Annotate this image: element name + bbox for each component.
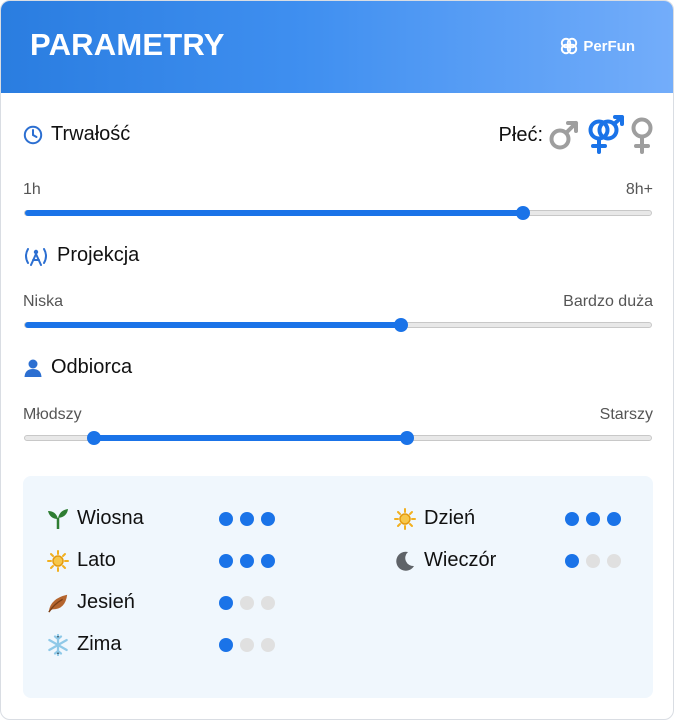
season-label: Lato [77, 549, 116, 571]
rating-dot-filled [586, 512, 600, 526]
rating-dot-filled [219, 554, 233, 568]
season-time-panel: Wiosna Lato Jesień Zima Dzień Wieczór [23, 476, 653, 698]
time-day: Dzień [394, 507, 475, 530]
leaf-icon [47, 592, 69, 614]
rating-dot-empty [240, 638, 254, 652]
rating-dot-filled [607, 512, 621, 526]
unisex-icon[interactable] [585, 115, 625, 155]
winter-rating [219, 638, 275, 652]
rating-dot-filled [261, 554, 275, 568]
snowflake-icon [47, 633, 69, 656]
season-autumn: Jesień [47, 591, 135, 614]
projection-heading: Projekcja [23, 244, 139, 267]
longevity-slider-thumb[interactable] [515, 206, 530, 220]
longevity-slider-fill [25, 210, 523, 216]
rating-dot-filled [261, 512, 275, 526]
rating-dot-filled [565, 554, 579, 568]
projection-title: Projekcja [57, 244, 140, 266]
longevity-heading: Trwałość [23, 123, 130, 146]
season-label: Jesień [77, 591, 135, 613]
longevity-min-label: 1h [23, 181, 41, 198]
brand-logo[interactable]: PerFun [559, 36, 635, 56]
rating-dot-filled [240, 512, 254, 526]
audience-slider-fill [93, 435, 408, 441]
projection-slider[interactable] [24, 318, 652, 332]
rating-dot-filled [219, 512, 233, 526]
audience-title: Odbiorca [51, 356, 133, 378]
audience-range-slider[interactable] [24, 431, 652, 445]
longevity-slider[interactable] [24, 206, 652, 220]
longevity-max-label: 8h+ [625, 181, 653, 198]
season-winter: Zima [47, 633, 121, 656]
day-rating [565, 512, 621, 526]
season-label: Zima [77, 633, 122, 655]
gender-label: Płeć: [498, 123, 543, 146]
rating-dot-empty [261, 596, 275, 610]
gender-selector: Płeć: [499, 115, 655, 155]
sun-icon [394, 507, 416, 530]
rating-dot-empty [261, 638, 275, 652]
sprout-icon [47, 508, 69, 530]
time-label: Dzień [424, 507, 476, 529]
summer-rating [219, 554, 275, 568]
projection-min-label: Niska [23, 293, 64, 310]
rating-dot-filled [240, 554, 254, 568]
evening-rating [565, 554, 621, 568]
broadcast-icon [23, 246, 49, 266]
brand-name: PerFun [583, 37, 635, 55]
season-label: Wiosna [77, 507, 144, 529]
spring-rating [219, 512, 275, 526]
rating-dot-filled [565, 512, 579, 526]
time-evening: Wieczór [394, 549, 496, 572]
clock-icon [23, 125, 43, 145]
rating-dot-empty [240, 596, 254, 610]
audience-slider-min-thumb[interactable] [86, 431, 101, 445]
autumn-rating [219, 596, 275, 610]
audience-slider-max-thumb[interactable] [400, 431, 415, 445]
person-icon [23, 358, 43, 378]
sun-icon [47, 549, 69, 572]
parameters-card: PARAMETRY PerFun Trwałość Płeć: 1h 8h+ P… [0, 0, 674, 720]
moon-icon [394, 550, 416, 572]
season-summer: Lato [47, 549, 116, 572]
time-label: Wieczór [424, 549, 497, 571]
longevity-title: Trwałość [51, 123, 131, 145]
audience-heading: Odbiorca [23, 356, 132, 379]
season-spring: Wiosna [47, 507, 144, 530]
female-icon[interactable] [629, 115, 655, 155]
projection-max-label: Bardzo duża [563, 293, 653, 310]
rating-dot-empty [586, 554, 600, 568]
projection-slider-thumb[interactable] [393, 318, 408, 332]
rating-dot-filled [219, 596, 233, 610]
page-title: PARAMETRY [30, 27, 225, 62]
perfun-logo-icon [561, 37, 578, 55]
male-icon[interactable] [547, 118, 581, 152]
rating-dot-filled [219, 638, 233, 652]
audience-max-label: Starszy [599, 406, 653, 423]
rating-dot-empty [607, 554, 621, 568]
audience-min-label: Młodszy [23, 406, 82, 423]
header-bar: PARAMETRY PerFun [1, 1, 673, 93]
projection-slider-fill [25, 322, 401, 328]
